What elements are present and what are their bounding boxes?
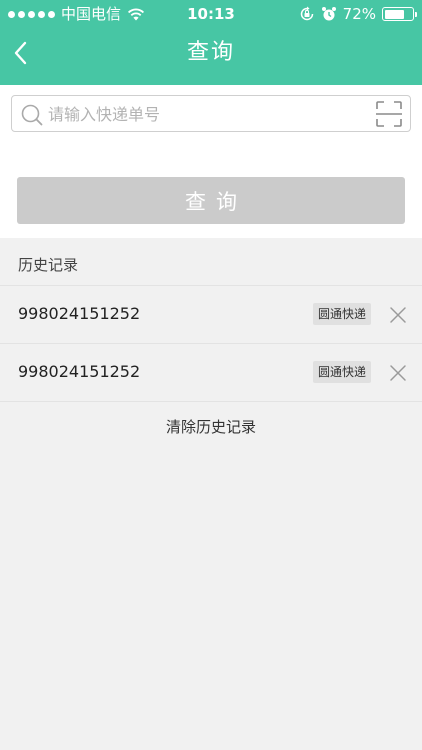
status-right: 72% [299,5,417,23]
history-item[interactable]: 998024151252 圆通快递 [0,286,422,344]
battery-icon [382,7,417,21]
scan-icon[interactable] [374,99,404,129]
query-button[interactable]: 查询 [17,177,405,224]
battery-percent: 72% [342,5,376,23]
close-icon[interactable] [389,306,407,324]
search-panel: 查询 [0,85,422,238]
history-item-number: 998024151252 [18,362,141,381]
history-item[interactable]: 998024151252 圆通快递 [0,344,422,402]
app-header: 中国电信 10:13 72% 查询 [0,0,422,85]
close-icon[interactable] [389,364,407,382]
history-title: 历史记录 [18,256,79,274]
battery-level [384,9,404,19]
history-item-number: 998024151252 [18,304,141,323]
orientation-lock-icon [300,6,313,21]
page-title: 查询 [186,40,235,65]
history-header: 历史记录 [0,238,422,286]
status-bar: 中国电信 10:13 72% [0,0,422,28]
clear-history-button[interactable]: 清除历史记录 [0,416,422,437]
alarm-icon [321,7,336,21]
carrier-badge: 圆通快递 [313,303,372,325]
search-box[interactable] [11,95,411,132]
carrier-badge: 圆通快递 [313,361,372,383]
tracking-number-input[interactable] [48,100,368,128]
search-icon [21,104,43,126]
